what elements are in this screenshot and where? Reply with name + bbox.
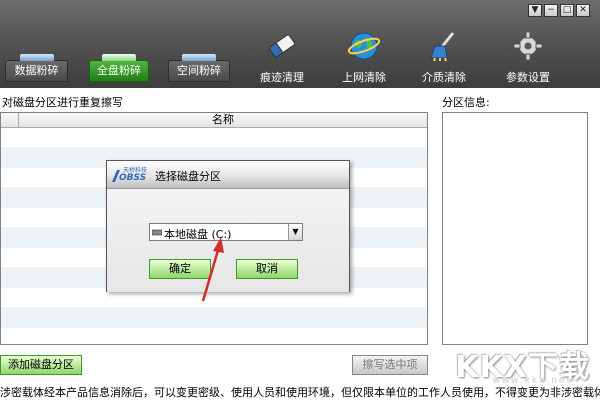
hard-disk-icon	[152, 229, 162, 236]
dialog-titlebar: 天桥科技 OBSS 选择磁盘分区	[107, 161, 349, 189]
annotation-arrow-icon	[201, 237, 224, 302]
partition-info-title: 分区信息:	[442, 96, 490, 109]
close-button[interactable]: ✕	[576, 4, 590, 17]
table-row	[1, 308, 427, 328]
cancel-button[interactable]: 取消	[236, 259, 298, 279]
obss-logo: 天桥科技 OBSS	[111, 164, 153, 186]
section-heading: 对磁盘分区进行重复擦写	[2, 96, 123, 109]
table-header: 名称	[1, 113, 427, 128]
gear-icon	[513, 31, 543, 61]
settings-button[interactable]: 参数设置	[497, 30, 559, 84]
broom-icon	[430, 32, 455, 62]
globe-icon	[347, 32, 381, 60]
eraser-icon	[269, 34, 295, 58]
trace-clean-button[interactable]: 痕迹清理	[251, 30, 313, 84]
shredder-icon	[19, 54, 54, 61]
site-watermark-url: www.kkx.net	[492, 376, 572, 386]
table-header-checkbox-col	[1, 113, 19, 127]
tab-full-disk-shred[interactable]: 全盘粉碎	[89, 54, 149, 82]
internet-clean-button[interactable]: 上网清除	[333, 30, 395, 84]
tab-label: 数据粉碎	[14, 64, 59, 77]
chevron-down-icon[interactable]: ▼	[288, 224, 302, 240]
window-controls: ▼ − □ ✕	[528, 4, 590, 17]
add-partition-button[interactable]: 添加磁盘分区	[0, 355, 82, 375]
footer-notice: 涉密载体经本产品信息消除后，可以变更密级、使用人员和使用环境，但仅限本单位的工作…	[0, 386, 600, 399]
wipe-selected-button[interactable]: 擦写选中项	[352, 355, 428, 375]
shredder-icon	[102, 54, 136, 61]
table-row	[1, 128, 427, 148]
tab-free-space-shred[interactable]: 空间粉碎	[168, 54, 230, 82]
table-row	[1, 328, 427, 344]
tab-data-shred[interactable]: 数据粉碎	[5, 54, 68, 82]
minimize-button[interactable]: −	[544, 4, 558, 17]
table-header-name[interactable]: 名称	[19, 113, 427, 127]
partition-info-panel	[442, 112, 588, 345]
dialog-title: 选择磁盘分区	[155, 170, 221, 183]
tab-label: 全盘粉碎	[97, 64, 141, 77]
shredder-icon	[182, 54, 216, 61]
tab-label: 空间粉碎	[177, 64, 221, 77]
main-toolbar: ▼ − □ ✕ 数据粉碎 全盘粉碎 空间粉碎 痕迹清理 上网清除 介质清除 参数…	[0, 0, 600, 88]
maximize-button[interactable]: □	[560, 4, 574, 17]
menu-dropdown-button[interactable]: ▼	[528, 4, 542, 17]
media-clean-button[interactable]: 介质清除	[413, 30, 475, 84]
